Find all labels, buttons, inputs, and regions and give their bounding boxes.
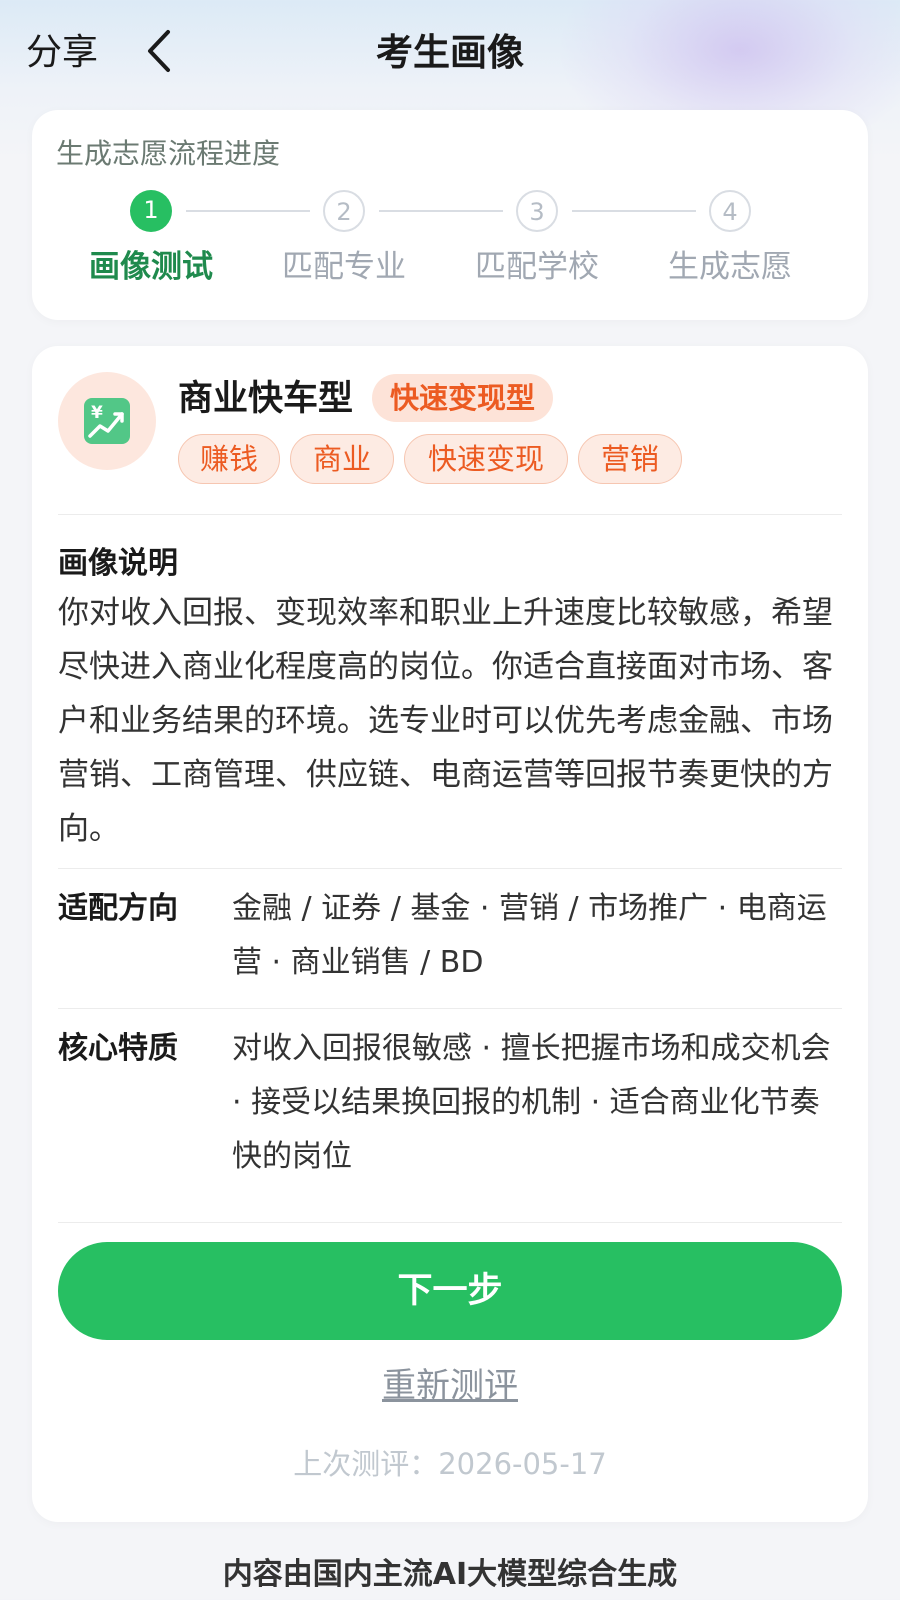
step-connector xyxy=(186,210,310,212)
step-1-label: 画像测试 xyxy=(89,249,213,285)
progress-card: 生成志愿流程进度 1 2 3 4 画像测试 匹配专业 匹配学校 生成志愿 xyxy=(32,110,868,320)
profile-tag: 快速变现 xyxy=(404,434,568,484)
profile-tag: 赚钱 xyxy=(178,434,280,484)
profile-tag: 商业 xyxy=(290,434,394,484)
trait-label: 核心特质 xyxy=(58,1031,178,1066)
profile-type-name: 商业快车型 xyxy=(178,379,354,419)
divider xyxy=(58,514,842,515)
next-step-button[interactable]: 下一步 xyxy=(58,1242,842,1340)
step-3-label: 匹配学校 xyxy=(475,249,599,285)
profile-description: 你对收入回报、变现效率和职业上升速度比较敏感，希望尽快进入商业化程度高的岗位。你… xyxy=(58,595,833,847)
step-2-indicator: 2 xyxy=(323,190,365,232)
footer-note: 内容由国内主流AI大模型综合生成 xyxy=(222,1557,678,1592)
last-test-date: 上次测评：2026-05-17 xyxy=(293,1447,607,1481)
step-connector xyxy=(379,210,503,212)
divider xyxy=(58,868,842,869)
progress-title: 生成志愿流程进度 xyxy=(56,137,281,170)
description-title: 画像说明 xyxy=(58,546,178,581)
step-2-label: 匹配专业 xyxy=(282,249,406,285)
divider xyxy=(58,1222,842,1223)
top-bar: 分享 考生画像 xyxy=(0,0,900,108)
profile-tag: 营销 xyxy=(578,434,682,484)
trait-value: 对收入回报很敏感 · 擅长把握市场和成交机会 · 接受以结果换回报的机制 · 适… xyxy=(232,1031,831,1174)
step-3-indicator: 3 xyxy=(516,190,558,232)
profile-card: ¥ 商业快车型 快速变现型 赚钱 商业 快速变现 营销 画像说明 你对收入回报、… xyxy=(32,346,868,1522)
svg-text:¥: ¥ xyxy=(91,403,103,423)
direction-label: 适配方向 xyxy=(58,891,178,926)
step-connector xyxy=(572,210,696,212)
divider xyxy=(58,1008,842,1009)
step-4-label: 生成志愿 xyxy=(668,249,792,285)
page-title: 考生画像 xyxy=(376,31,524,74)
chart-money-icon: ¥ xyxy=(84,398,130,444)
retest-link[interactable]: 重新测评 xyxy=(32,1362,868,1410)
profile-avatar: ¥ xyxy=(58,372,156,470)
progress-steps: 1 2 3 4 画像测试 匹配专业 匹配学校 生成志愿 xyxy=(32,190,868,310)
direction-value: 金融 / 证券 / 基金 · 营销 / 市场推广 · 电商运营 · 商业销售 /… xyxy=(232,891,827,980)
profile-type-badge: 快速变现型 xyxy=(372,374,554,422)
step-4-indicator: 4 xyxy=(709,190,751,232)
step-1-indicator: 1 xyxy=(130,190,172,232)
